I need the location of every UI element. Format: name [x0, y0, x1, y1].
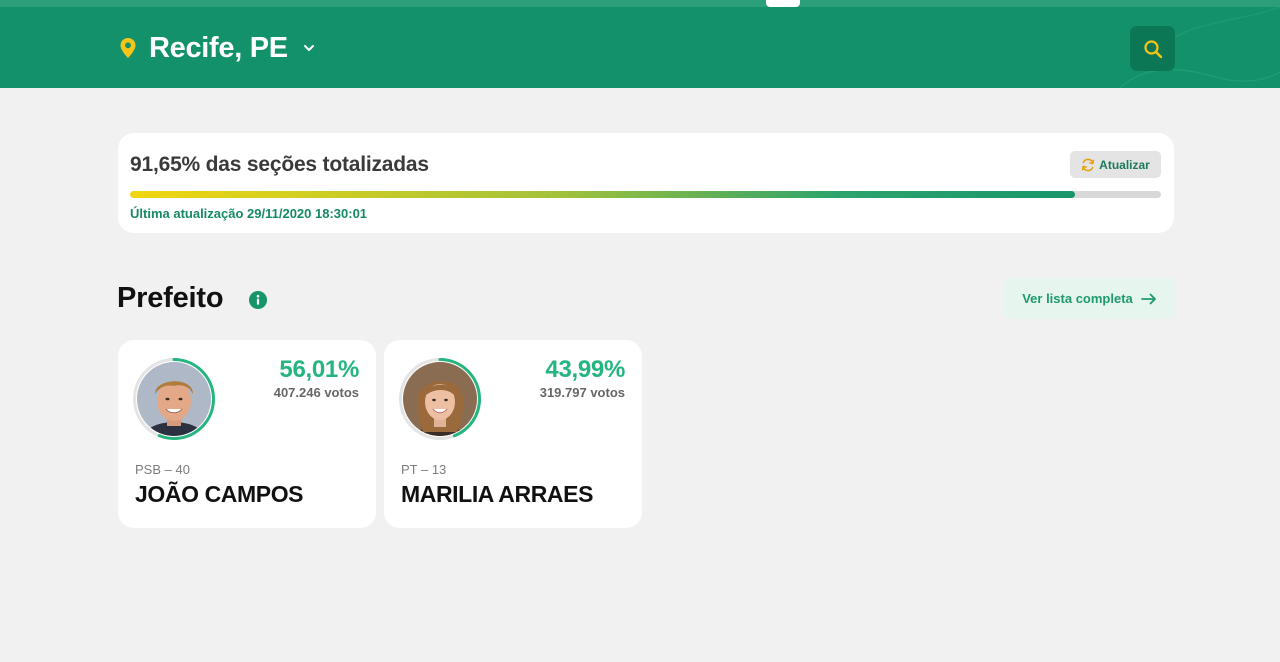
search-icon: [1143, 39, 1162, 58]
candidate-percent: 56,01%: [279, 356, 359, 383]
sections-totalized-title: 91,65% das seções totalizadas: [130, 153, 429, 176]
status-card: 91,65% das seções totalizadas Atualizar …: [118, 133, 1174, 233]
candidate-party: PT – 13: [401, 462, 447, 477]
location-name: Recife, PE: [149, 31, 288, 64]
candidate-party: PSB – 40: [135, 462, 190, 477]
candidate-card[interactable]: 43,99% 319.797 votos PT – 13 MARILIA ARR…: [384, 340, 642, 528]
candidate-votes: 319.797 votos: [539, 385, 625, 400]
avatar: [137, 362, 211, 436]
sections-progress-fill: [130, 191, 1075, 198]
section-title: Prefeito: [117, 282, 224, 314]
refresh-label: Atualizar: [1099, 157, 1150, 172]
location-selector[interactable]: Recife, PE: [119, 30, 316, 66]
candidate-avatar-ring: [132, 357, 216, 441]
avatar: [403, 362, 477, 436]
candidate-avatar-ring: [398, 357, 482, 441]
candidate-name: JOÃO CAMPOS: [135, 481, 304, 507]
header-notch: [766, 0, 800, 7]
candidate-percent: 43,99%: [545, 356, 625, 383]
see-full-list-button[interactable]: Ver lista completa: [1004, 278, 1175, 319]
map-pin-icon: [120, 38, 136, 58]
arrow-right-icon: [1140, 293, 1156, 304]
search-button[interactable]: [1130, 26, 1175, 71]
candidate-votes: 407.246 votos: [273, 385, 359, 400]
see-full-list-label: Ver lista completa: [1022, 291, 1133, 306]
candidate-card[interactable]: 56,01% 407.246 votos PSB – 40 JOÃO CAMPO…: [118, 340, 376, 528]
last-update-text: Última atualização 29/11/2020 18:30:01: [130, 206, 368, 221]
chevron-down-icon: [303, 45, 314, 51]
sections-progress-bar: [130, 191, 1161, 198]
refresh-icon: [1082, 158, 1095, 171]
header-top-strip: [0, 0, 1280, 7]
candidate-name: MARILIA ARRAES: [401, 481, 594, 507]
refresh-button[interactable]: Atualizar: [1070, 151, 1161, 178]
header: Recife, PE: [0, 0, 1280, 88]
info-icon[interactable]: [249, 291, 267, 309]
